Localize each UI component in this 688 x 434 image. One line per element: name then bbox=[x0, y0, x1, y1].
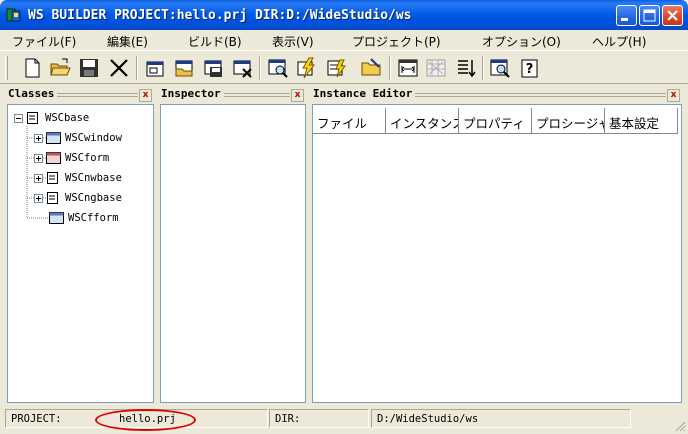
menu-edit[interactable]: 編集(E) bbox=[107, 33, 148, 50]
tree-item-label: WSCnwbase bbox=[65, 172, 122, 184]
tree-item-wscbase[interactable]: WSCbase bbox=[14, 109, 89, 127]
form-class-icon bbox=[46, 152, 61, 164]
instance-editor-panel-close-button[interactable]: x bbox=[667, 89, 680, 102]
class-icon bbox=[47, 192, 58, 204]
class-icon bbox=[47, 172, 58, 184]
status-dir-value: D:/WideStudio/ws bbox=[377, 413, 479, 425]
close-window-icon[interactable] bbox=[230, 56, 254, 80]
tab-procedure[interactable]: プロシージャ bbox=[532, 108, 605, 134]
save-disk-icon[interactable] bbox=[77, 56, 101, 80]
resize-grip-icon[interactable] bbox=[674, 420, 686, 432]
status-dir-label-field: DIR: bbox=[269, 409, 369, 428]
toolbar: ? bbox=[0, 50, 688, 84]
title-bar[interactable]: WS BUILDER PROJECT:hello.prj DIR:D:/Wide… bbox=[0, 0, 688, 30]
tree-expand-icon[interactable] bbox=[34, 193, 43, 203]
classes-panel-title: Classes bbox=[8, 87, 58, 100]
project-highlight-annotation bbox=[95, 409, 196, 431]
folder-icon[interactable] bbox=[359, 56, 383, 80]
open-folder-icon[interactable] bbox=[48, 56, 72, 80]
build-run-icon[interactable] bbox=[325, 56, 349, 80]
toolbar-grip[interactable] bbox=[5, 56, 8, 80]
tree-item-label: WSCfform bbox=[68, 212, 119, 224]
tab-instance[interactable]: インスタンス bbox=[386, 108, 459, 134]
classes-panel-header: Classes x bbox=[8, 87, 154, 103]
menu-build[interactable]: ビルド(B) bbox=[188, 33, 242, 50]
inspector-panel-title: Inspector bbox=[161, 87, 224, 100]
toolbar-separator bbox=[259, 56, 261, 80]
disabled-grid-icon[interactable] bbox=[424, 56, 448, 80]
tree-item-label: WSCbase bbox=[45, 112, 90, 124]
new-window-icon[interactable] bbox=[143, 56, 167, 80]
menu-project[interactable]: プロジェクト(P) bbox=[352, 33, 441, 50]
widestudio-app-icon[interactable] bbox=[6, 7, 22, 23]
svg-text:?: ? bbox=[526, 62, 534, 77]
new-file-icon[interactable] bbox=[20, 56, 44, 80]
instance-editor-area[interactable] bbox=[312, 104, 682, 403]
status-project-label: PROJECT: bbox=[11, 413, 62, 425]
menu-options[interactable]: オプション(O) bbox=[482, 33, 561, 50]
menu-view[interactable]: 表示(V) bbox=[272, 33, 314, 50]
classes-panel-close-button[interactable]: x bbox=[139, 89, 152, 102]
search-window-icon[interactable] bbox=[266, 56, 290, 80]
tab-basic-settings[interactable]: 基本設定 bbox=[605, 108, 678, 134]
cut-icon[interactable] bbox=[107, 56, 131, 80]
close-button[interactable] bbox=[662, 5, 683, 26]
toolbar-separator bbox=[482, 56, 484, 80]
tree-item-wscwindow[interactable]: WSCwindow bbox=[34, 129, 122, 147]
toolbar-separator bbox=[136, 56, 138, 80]
preview-icon[interactable] bbox=[488, 56, 512, 80]
help-icon[interactable]: ? bbox=[518, 56, 542, 80]
tree-item-label: WSCngbase bbox=[65, 192, 122, 204]
window-title: WS BUILDER PROJECT:hello.prj DIR:D:/Wide… bbox=[28, 7, 412, 23]
instance-editor-tabs: ファイル インスタンス プロパティ プロシージャ 基本設定 bbox=[313, 108, 678, 134]
status-dir-label: DIR: bbox=[275, 413, 301, 425]
toolbar-separator bbox=[389, 56, 391, 80]
close-icon bbox=[667, 10, 678, 21]
tree-item-label: WSCwindow bbox=[65, 132, 122, 144]
menu-file[interactable]: ファイル(F) bbox=[12, 33, 76, 50]
minimize-button[interactable] bbox=[616, 5, 637, 26]
tree-item-label: WSCform bbox=[65, 152, 110, 164]
tree-expand-icon[interactable] bbox=[34, 133, 43, 143]
tree-item-wscngbase[interactable]: WSCngbase bbox=[34, 189, 122, 207]
window-class-icon bbox=[49, 212, 64, 224]
maximize-button[interactable] bbox=[639, 5, 660, 26]
inspector-panel-header: Inspector x bbox=[161, 87, 306, 103]
tree-collapse-icon[interactable] bbox=[14, 113, 23, 123]
instance-editor-panel-title: Instance Editor bbox=[313, 87, 416, 100]
menu-help[interactable]: ヘルプ(H) bbox=[592, 33, 646, 50]
tab-property[interactable]: プロパティ bbox=[459, 108, 532, 134]
align-grid-icon[interactable] bbox=[396, 56, 420, 80]
save-window-icon[interactable] bbox=[201, 56, 225, 80]
classes-tree[interactable]: WSCbase WSCwindow WSCform WSCnwbase WSCn… bbox=[7, 104, 154, 403]
minimize-icon bbox=[621, 18, 628, 21]
menu-bar: ファイル(F) 編集(E) ビルド(B) 表示(V) プロジェクト(P) オプシ… bbox=[0, 30, 688, 50]
status-dir-value-field: D:/WideStudio/ws bbox=[371, 409, 631, 428]
tab-file[interactable]: ファイル bbox=[313, 108, 386, 134]
window-class-icon bbox=[46, 132, 61, 144]
inspector-panel-close-button[interactable]: x bbox=[291, 89, 304, 102]
sort-icon[interactable] bbox=[454, 56, 478, 80]
open-window-icon[interactable] bbox=[172, 56, 196, 80]
class-icon bbox=[27, 112, 38, 124]
inspector-list[interactable] bbox=[160, 104, 306, 403]
build-lightning-icon[interactable] bbox=[295, 56, 319, 80]
instance-editor-panel-header: Instance Editor x bbox=[313, 87, 683, 103]
tree-expand-icon[interactable] bbox=[34, 173, 43, 183]
maximize-icon bbox=[643, 9, 656, 22]
tree-item-wscnwbase[interactable]: WSCnwbase bbox=[34, 169, 122, 187]
tree-item-wscfform[interactable]: WSCfform bbox=[46, 209, 119, 227]
tree-item-wscform[interactable]: WSCform bbox=[34, 149, 109, 167]
tree-expand-icon[interactable] bbox=[34, 153, 43, 163]
